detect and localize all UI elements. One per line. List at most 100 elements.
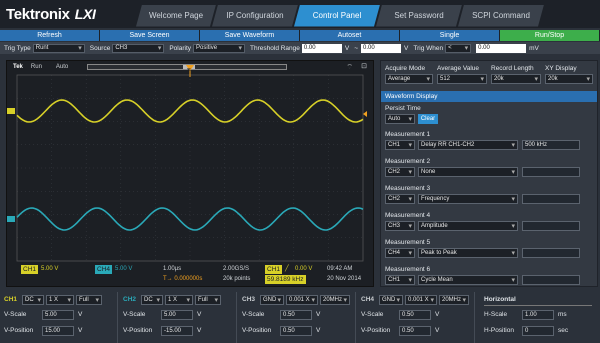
tab-control-panel[interactable]: Control Panel <box>294 5 380 27</box>
measurement-1-type-select[interactable]: Delay RR CH1-CH2 <box>418 140 518 150</box>
threshold-low-input[interactable]: 0.00 <box>301 43 342 53</box>
ch4-vscale-label: V-Scale <box>361 311 384 318</box>
save-screen-button[interactable]: Save Screen <box>100 30 200 41</box>
ch3-vposition-input[interactable]: 0.50 <box>280 326 312 336</box>
measurement-3-value <box>522 194 580 204</box>
threshold-low-unit: V <box>344 44 350 52</box>
measurement-5-source-select[interactable]: CH4 <box>385 248 415 258</box>
trig-when-select[interactable]: < <box>445 43 472 53</box>
ch1-coupling-select[interactable]: DC <box>22 295 44 305</box>
ch2-bandwidth-select[interactable]: Full <box>195 295 221 305</box>
clear-button[interactable]: Clear <box>418 114 438 124</box>
ch4-bandwidth-select[interactable]: 20MHz <box>439 295 469 305</box>
ch2-vscale-input[interactable]: 5.00 <box>161 310 193 320</box>
ch4-marker[interactable] <box>7 216 15 222</box>
measurement-4-value <box>522 221 580 231</box>
measurement-1-label: Measurement 1 <box>385 131 431 138</box>
ch4-vscale-unit: V <box>435 311 440 318</box>
record-length-select[interactable]: 20k <box>491 74 541 84</box>
ch2-coupling-select[interactable]: DC <box>141 295 163 305</box>
ch3-bandwidth-select[interactable]: 20MHz <box>320 295 350 305</box>
ch1-vposition-input[interactable]: 15.00 <box>42 326 74 336</box>
scope-readouts: CH1 5.00 V CH4 5.00 V 1.00µs T→ 0.000000… <box>7 264 375 287</box>
threshold-high-input[interactable]: 0.00 <box>361 43 402 53</box>
waveform-display-header: Waveform Display <box>381 91 597 102</box>
hscale-input[interactable]: 1.00 <box>522 310 554 320</box>
action-bar: Refresh Save Screen Save Waveform Autose… <box>0 30 600 41</box>
ch4-vposition-input[interactable]: 0.50 <box>399 326 431 336</box>
frequency-readout: 59.8189 kHz <box>265 275 306 284</box>
trig-when-input[interactable]: 0.00 <box>476 43 527 53</box>
acquire-mode-select[interactable]: Average <box>385 74 433 84</box>
tab-welcome-page[interactable]: Welcome Page <box>136 5 216 27</box>
tektronix-logo: Tektronix LXI <box>0 0 140 28</box>
trigger-level-marker[interactable] <box>363 111 367 117</box>
measurement-6-source-select[interactable]: CH1 <box>385 275 415 285</box>
tab-set-password[interactable]: Set Password <box>376 5 462 27</box>
autoset-button[interactable]: Autoset <box>300 30 400 41</box>
trig-type-label: Trig Type <box>4 44 31 52</box>
ch1-vscale-label: V-Scale <box>4 311 27 318</box>
clock-date: 20 Nov 2014 <box>327 276 362 282</box>
polarity-select[interactable]: Positive <box>193 43 246 53</box>
ch4-vscale-input[interactable]: 0.50 <box>399 310 431 320</box>
ch1-probe-select[interactable]: 1 X <box>46 295 74 305</box>
measurement-1-source-select[interactable]: CH1 <box>385 140 415 150</box>
ch1-scale-readout: 5.00 V <box>41 266 59 272</box>
ch3-vscale-input[interactable]: 0.50 <box>280 310 312 320</box>
tab-scpi-command[interactable]: SCPI Command <box>458 5 544 27</box>
ch4-divider <box>474 292 475 343</box>
measurement-4-type-select[interactable]: Amplitude <box>418 221 518 231</box>
ch4-coupling-select[interactable]: GND <box>379 295 403 305</box>
ch3-coupling-select[interactable]: GND <box>260 295 284 305</box>
scope-display: Tek Run Auto ⌔ ⊡ T CH1 5.00 V CH4 5.00 V… <box>6 60 374 287</box>
run-stop-button[interactable]: Run/Stop <box>500 30 600 41</box>
save-waveform-button[interactable]: Save Waveform <box>200 30 300 41</box>
measurement-6-type-select[interactable]: Cycle Mean <box>418 275 518 285</box>
ch1-vposition-unit: V <box>78 327 83 334</box>
average-value-select[interactable]: 512 <box>437 74 487 84</box>
persist-time-select[interactable]: Auto <box>385 114 415 124</box>
tab-ip-configuration[interactable]: IP Configuration <box>212 5 298 27</box>
top-bar: Tektronix LXI Welcome Page IP Configurat… <box>0 0 600 28</box>
trigger-marker-letter: T <box>187 69 191 75</box>
average-value-label: Average Value <box>437 65 480 72</box>
measurement-5-label: Measurement 5 <box>385 239 431 246</box>
measurement-2-source-select[interactable]: CH2 <box>385 167 415 177</box>
measurement-2-type-select[interactable]: None <box>418 167 518 177</box>
record-length-label: Record Length <box>491 65 534 72</box>
trig-when-label: Trig When <box>413 44 444 52</box>
trigger-bar: Trig Type Runt Source CH3 Polarity Posit… <box>0 42 600 54</box>
hscale-label: H-Scale <box>484 311 508 318</box>
measurement-4-source-select[interactable]: CH3 <box>385 221 415 231</box>
single-button[interactable]: Single <box>400 30 500 41</box>
xy-display-select[interactable]: 20k <box>545 74 593 84</box>
trigger-slope-icon: ╱ <box>285 266 289 272</box>
measurement-3-type-select[interactable]: Frequency <box>418 194 518 204</box>
ch1-vscale-input[interactable]: 5.00 <box>42 310 74 320</box>
horizontal-label: Horizontal <box>484 296 516 303</box>
threshold-high-unit: V <box>404 44 409 52</box>
sample-rate-readout: 2.00GS/S <box>223 266 250 272</box>
measurement-5-type-select[interactable]: Peak to Peak <box>418 248 518 258</box>
measurement-6-label: Measurement 6 <box>385 266 431 273</box>
ch4-vposition-label: V-Position <box>361 327 391 334</box>
channel-controls: CH1 DC 1 X Full V-Scale 5.00 V V-Positio… <box>0 292 600 343</box>
ch4-probe-select[interactable]: 0.001 X <box>405 295 437 305</box>
ch2-probe-select[interactable]: 1 X <box>165 295 193 305</box>
ch2-vposition-input[interactable]: -15.00 <box>161 326 193 336</box>
ch2-vscale-label: V-Scale <box>123 311 146 318</box>
ch1-marker[interactable] <box>7 108 15 114</box>
hposition-input[interactable]: 0 <box>522 326 554 336</box>
source-select[interactable]: CH3 <box>112 43 165 53</box>
ch1-bandwidth-select[interactable]: Full <box>76 295 102 305</box>
refresh-button[interactable]: Refresh <box>0 30 100 41</box>
trig-type-select[interactable]: Runt <box>32 43 85 53</box>
measurement-3-source-select[interactable]: CH2 <box>385 194 415 204</box>
settings-panel: Acquire Mode Average Value Record Length… <box>380 60 598 287</box>
ch2-vposition-unit: V <box>197 327 202 334</box>
brand-name: Tektronix <box>6 5 70 23</box>
persist-time-label: Persist Time <box>385 105 421 112</box>
ch3-probe-select[interactable]: 0.001 X <box>286 295 318 305</box>
ch3-divider <box>355 292 356 343</box>
